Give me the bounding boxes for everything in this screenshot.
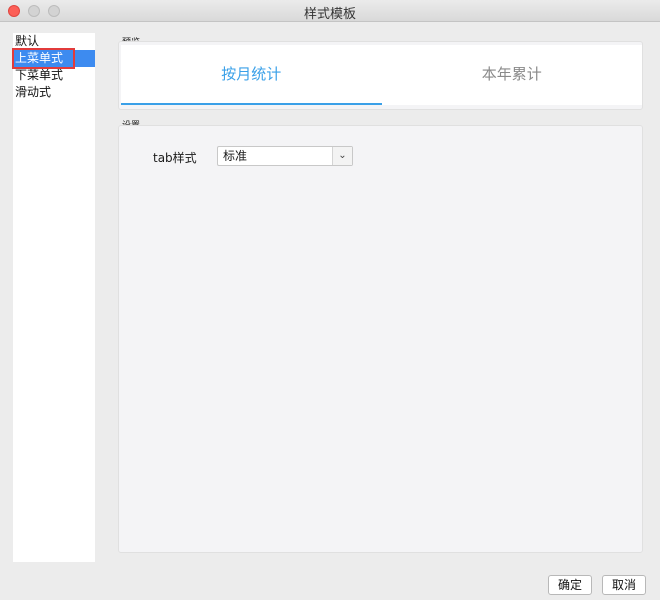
cancel-button[interactable]: 取消 bbox=[602, 575, 647, 595]
preview-group: 按月统计 本年累计 bbox=[118, 41, 643, 110]
tab-style-value: 标准 bbox=[223, 149, 248, 163]
style-list-item-slide[interactable]: 滑动式 bbox=[13, 84, 95, 101]
style-list-item-label: 下菜单式 bbox=[15, 68, 64, 82]
chevron-down-icon: ⌄ bbox=[332, 147, 352, 165]
tab-year-to-date[interactable]: 本年累计 bbox=[382, 45, 643, 105]
right-pane: 预览 按月统计 本年累计 设置 tab样式 标准 ⌄ bbox=[106, 23, 652, 568]
tab-style-label: tab样式 bbox=[153, 151, 197, 165]
settings-group: tab样式 标准 ⌄ bbox=[118, 125, 643, 553]
style-list-item-bottom-menu[interactable]: 下菜单式 bbox=[13, 67, 95, 84]
selection-highlight-box bbox=[12, 48, 75, 69]
ok-button[interactable]: 确定 bbox=[548, 575, 593, 595]
tab-style-select[interactable]: 标准 ⌄ bbox=[217, 146, 353, 166]
style-list-item-top-menu[interactable]: 上菜单式 bbox=[12, 48, 95, 69]
style-list: 默认 上菜单式 下菜单式 滑动式 bbox=[12, 33, 95, 562]
style-list-item-label: 滑动式 bbox=[15, 85, 52, 99]
preview-tab-bar: 按月统计 本年累计 bbox=[121, 45, 642, 105]
style-list-item-label: 默认 bbox=[15, 34, 40, 48]
window-body: 默认 上菜单式 下菜单式 滑动式 预览 按月统计 本年累计 设置 tab样式 标… bbox=[0, 23, 660, 600]
window-titlebar: 样式模板 bbox=[0, 0, 660, 22]
tab-monthly[interactable]: 按月统计 bbox=[121, 45, 382, 105]
window-title: 样式模板 bbox=[303, 7, 356, 22]
